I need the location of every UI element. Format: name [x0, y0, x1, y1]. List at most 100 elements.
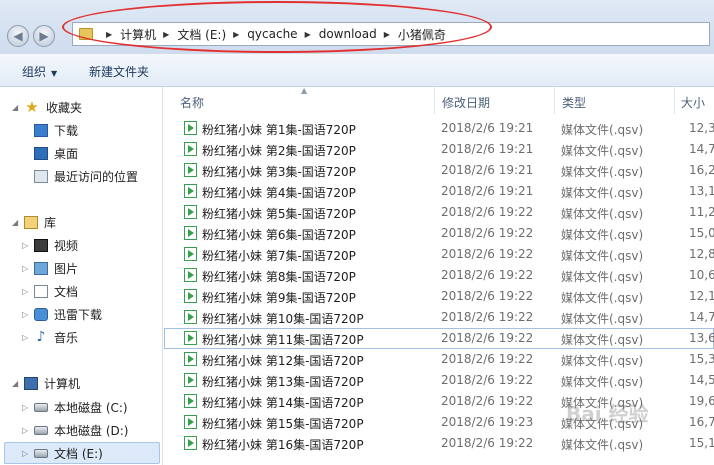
nav-computer[interactable]: ◢ 计算机 — [12, 373, 80, 393]
dropdown-arrow-icon: ▼ — [51, 69, 58, 78]
expand-arrow-icon[interactable]: ▷ — [22, 241, 32, 250]
file-row[interactable]: 粉红猪小妹 第13集-国语720P 2018/2/6 19:22 媒体文件(.qsv… — [164, 370, 714, 391]
file-row[interactable]: 粉红猪小妹 第6集-国语720P 2018/2/6 19:22 媒体文件(.qsv)… — [164, 223, 714, 244]
address-box[interactable]: ▶ 计算机 ▶ 文档 (E:) ▶ qycache ▶ download ▶ 小… — [72, 22, 710, 46]
expand-arrow-icon[interactable]: ▷ — [22, 310, 32, 319]
nav-favorites[interactable]: ◢ ★ 收藏夹 — [12, 97, 82, 117]
collapse-arrow-icon[interactable]: ◢ — [12, 103, 22, 112]
nav-recent[interactable]: 最近访问的位置 — [34, 166, 138, 186]
file-row[interactable]: 粉红猪小妹 第9集-国语720P 2018/2/6 19:22 媒体文件(.qsv)… — [164, 286, 714, 307]
nav-documents[interactable]: ▷ 文档 — [22, 281, 78, 301]
file-size: 15,0 — [689, 226, 714, 240]
nav-computer-label: 计算机 — [44, 376, 81, 391]
collapse-arrow-icon[interactable]: ◢ — [12, 379, 22, 388]
media-file-icon — [184, 289, 197, 303]
column-divider[interactable] — [674, 87, 675, 114]
thunder-download-icon — [34, 307, 48, 321]
file-name: 粉红猪小妹 第4集-国语720P — [202, 186, 356, 200]
chevron-right-icon[interactable]: ▶ — [305, 30, 311, 39]
nav-drive-c[interactable]: ▷ 本地磁盘 (C:) — [22, 397, 128, 417]
recent-places-icon — [34, 169, 48, 183]
media-file-icon — [184, 205, 197, 219]
nav-recent-label: 最近访问的位置 — [54, 169, 139, 184]
column-divider[interactable] — [434, 87, 435, 114]
file-row[interactable]: 粉红猪小妹 第4集-国语720P 2018/2/6 19:21 媒体文件(.qsv)… — [164, 181, 714, 202]
command-toolbar: 组织 ▼ 新建文件夹 — [0, 54, 714, 87]
file-size: 16,2 — [689, 163, 714, 177]
nav-downloads-label: 下载 — [54, 123, 79, 138]
breadcrumb-item-current-folder[interactable]: 小猪佩奇 — [398, 26, 446, 43]
media-file-icon — [184, 415, 197, 429]
media-file-icon — [184, 394, 197, 408]
file-type: 媒体文件(.qsv) — [561, 312, 644, 326]
watermark: Bai 经验 — [566, 402, 649, 426]
column-header-size[interactable]: 大小 — [681, 94, 705, 111]
nav-documents-label: 文档 — [54, 284, 79, 299]
file-date: 2018/2/6 19:22 — [441, 226, 534, 240]
expand-arrow-icon[interactable]: ▷ — [22, 264, 32, 273]
file-row[interactable]: 粉红猪小妹 第3集-国语720P 2018/2/6 19:21 媒体文件(.qsv)… — [164, 160, 714, 181]
file-date: 2018/2/6 19:22 — [441, 310, 534, 324]
file-type: 媒体文件(.qsv) — [561, 354, 644, 368]
file-row[interactable]: 粉红猪小妹 第11集-国语720P 2018/2/6 19:22 媒体文件(.qsv… — [164, 328, 714, 349]
file-name: 粉红猪小妹 第14集-国语720P — [202, 396, 364, 410]
file-row[interactable]: 粉红猪小妹 第8集-国语720P 2018/2/6 19:22 媒体文件(.qsv)… — [164, 265, 714, 286]
breadcrumb-item-drive-e[interactable]: 文档 (E:) — [177, 26, 226, 43]
nav-drive-e[interactable]: ▷ 文档 (E:) — [22, 443, 103, 463]
expand-arrow-icon[interactable]: ▷ — [22, 287, 32, 296]
expand-arrow-icon[interactable]: ▷ — [22, 426, 32, 435]
file-type: 媒体文件(.qsv) — [561, 123, 644, 137]
file-date: 2018/2/6 19:22 — [441, 289, 534, 303]
organize-button[interactable]: 组织 ▼ — [22, 63, 57, 80]
nav-desktop[interactable]: 桌面 — [34, 143, 78, 163]
media-file-icon — [184, 184, 197, 198]
file-row[interactable]: 粉红猪小妹 第7集-国语720P 2018/2/6 19:22 媒体文件(.qsv)… — [164, 244, 714, 265]
expand-arrow-icon[interactable]: ▷ — [22, 333, 32, 342]
nav-libraries-label: 库 — [44, 215, 57, 230]
nav-drive-d[interactable]: ▷ 本地磁盘 (D:) — [22, 420, 128, 440]
desktop-icon — [34, 146, 48, 160]
column-header-type[interactable]: 类型 — [562, 94, 586, 111]
breadcrumb-item-qycache[interactable]: qycache — [247, 27, 297, 41]
file-row[interactable]: 粉红猪小妹 第2集-国语720P 2018/2/6 19:21 媒体文件(.qsv)… — [164, 139, 714, 160]
media-file-icon — [184, 121, 197, 135]
file-size: 13,6 — [689, 331, 714, 345]
new-folder-button[interactable]: 新建文件夹 — [89, 63, 149, 80]
file-row[interactable]: 粉红猪小妹 第16集-国语720P 2018/2/6 19:22 媒体文件(.qsv… — [164, 433, 714, 454]
nav-pictures[interactable]: ▷ 图片 — [22, 258, 78, 278]
forward-button[interactable]: ▶ — [33, 25, 55, 47]
nav-libraries[interactable]: ◢ 库 — [12, 212, 56, 232]
nav-video[interactable]: ▷ 视频 — [22, 235, 78, 255]
file-name: 粉红猪小妹 第3集-国语720P — [202, 165, 356, 179]
nav-downloads[interactable]: 下载 — [34, 120, 78, 140]
back-button[interactable]: ◀ — [7, 25, 29, 47]
nav-desktop-label: 桌面 — [54, 146, 79, 161]
downloads-folder-icon — [34, 123, 48, 137]
file-date: 2018/2/6 19:22 — [441, 394, 534, 408]
video-library-icon — [34, 238, 48, 252]
file-name: 粉红猪小妹 第5集-国语720P — [202, 207, 356, 221]
expand-arrow-icon[interactable]: ▷ — [22, 449, 32, 458]
nav-thunder-downloads[interactable]: ▷ 迅雷下载 — [22, 304, 102, 324]
file-name: 粉红猪小妹 第16集-国语720P — [202, 438, 364, 452]
chevron-right-icon[interactable]: ▶ — [163, 30, 169, 39]
breadcrumb-item-computer[interactable]: 计算机 — [120, 26, 156, 43]
file-name: 粉红猪小妹 第10集-国语720P — [202, 312, 364, 326]
column-divider[interactable] — [554, 87, 555, 114]
computer-icon — [24, 376, 38, 390]
column-header-date[interactable]: 修改日期 — [442, 94, 490, 111]
file-row[interactable]: 粉红猪小妹 第12集-国语720P 2018/2/6 19:22 媒体文件(.qsv… — [164, 349, 714, 370]
collapse-arrow-icon[interactable]: ◢ — [12, 218, 22, 227]
nav-music[interactable]: ▷ ♪ 音乐 — [22, 327, 78, 347]
chevron-right-icon[interactable]: ▶ — [384, 30, 390, 39]
chevron-right-icon[interactable]: ▶ — [106, 30, 112, 39]
file-row[interactable]: 粉红猪小妹 第10集-国语720P 2018/2/6 19:22 媒体文件(.qsv… — [164, 307, 714, 328]
file-row[interactable]: 粉红猪小妹 第1集-国语720P 2018/2/6 19:21 媒体文件(.qsv)… — [164, 118, 714, 139]
expand-arrow-icon[interactable]: ▷ — [22, 403, 32, 412]
chevron-right-icon[interactable]: ▶ — [233, 30, 239, 39]
file-row[interactable]: 粉红猪小妹 第5集-国语720P 2018/2/6 19:22 媒体文件(.qsv)… — [164, 202, 714, 223]
breadcrumb: ▶ 计算机 ▶ 文档 (E:) ▶ qycache ▶ download ▶ 小… — [79, 23, 446, 45]
file-size: 11,2 — [689, 205, 714, 219]
breadcrumb-item-download[interactable]: download — [319, 27, 377, 41]
column-header-name[interactable]: 名称 — [180, 94, 204, 111]
